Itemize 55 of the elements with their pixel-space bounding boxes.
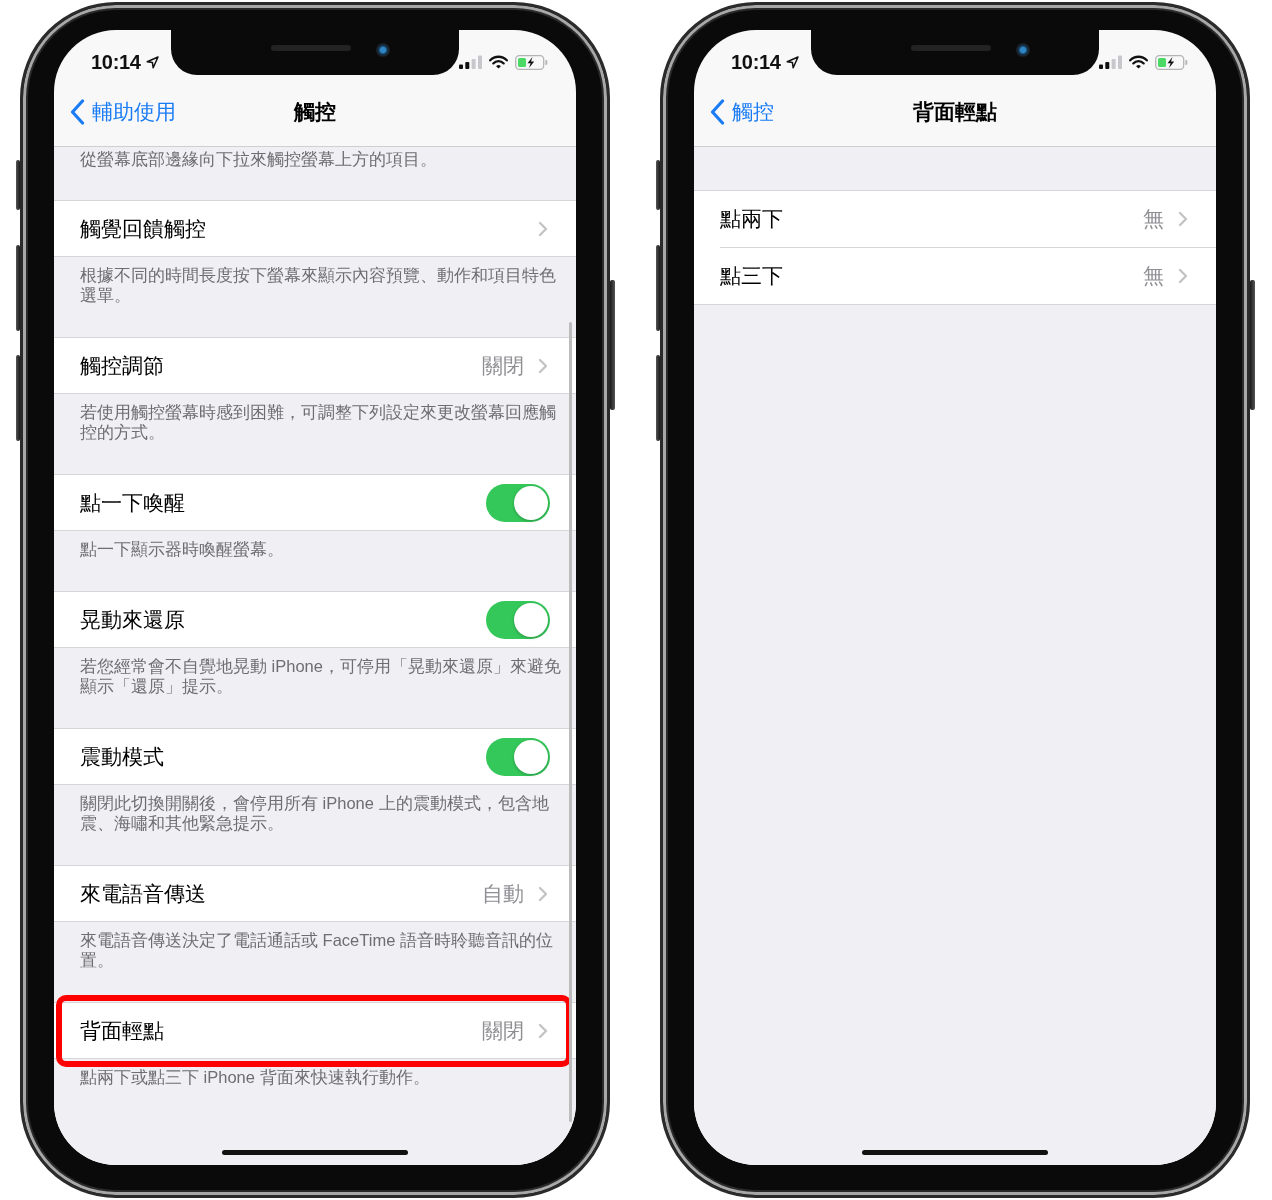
row-value: 關閉 xyxy=(482,352,524,379)
chevron-icon xyxy=(538,1022,548,1039)
section-footer: 點兩下或點三下 iPhone 背面來快速執行動作。 xyxy=(54,1059,576,1119)
row-label: 點一下喚醒 xyxy=(80,489,186,516)
chevron-icon xyxy=(538,357,548,374)
status-time: 10:14 xyxy=(731,50,781,74)
row-label: 觸控調節 xyxy=(80,352,165,379)
location-arrow-icon xyxy=(145,55,159,69)
row-value: 無 xyxy=(1143,206,1164,232)
back-chevron-icon xyxy=(70,99,85,125)
row-label: 點三下 xyxy=(720,263,784,289)
signal-icon xyxy=(1099,55,1122,69)
back-button[interactable]: 觸控 xyxy=(710,98,774,126)
wifi-icon xyxy=(1129,55,1148,69)
chevron-icon xyxy=(1178,211,1188,227)
row-label: 點兩下 xyxy=(720,206,784,232)
toggle-switch[interactable] xyxy=(486,483,550,522)
section-footer: 來電語音傳送決定了電話通話或 FaceTime 語音時聆聽音訊的位置。 xyxy=(54,922,576,1002)
section-footer: 根據不同的時間長度按下螢幕來顯示內容預覽、動作和項目特色選單。 xyxy=(54,257,576,337)
status-time: 10:14 xyxy=(91,50,141,74)
chevron-icon xyxy=(538,220,548,237)
settings-row[interactable]: 點三下 無 xyxy=(694,248,1216,305)
row-label: 觸覺回饋觸控 xyxy=(80,215,207,242)
navigation-title: 觸控 xyxy=(294,99,336,125)
side-ridge xyxy=(16,160,20,210)
chevron-icon xyxy=(1178,268,1188,284)
section-footer: 從螢幕底部邊緣向下拉來觸控螢幕上方的項目。 xyxy=(54,147,576,200)
wifi-icon xyxy=(489,55,508,69)
battery-icon xyxy=(515,54,548,70)
settings-row[interactable]: 來電語音傳送 自動 xyxy=(54,865,576,922)
side-ridge xyxy=(656,160,660,210)
toggle-switch[interactable] xyxy=(486,600,550,639)
section-footer: 點一下顯示器時喚醒螢幕。 xyxy=(54,531,576,591)
signal-icon xyxy=(459,55,482,69)
settings-row[interactable]: 點兩下 無 xyxy=(694,190,1216,247)
section-footer: 若使用觸控螢幕時感到困難，可調整下列設定來更改螢幕回應觸控的方式。 xyxy=(54,394,576,474)
settings-row[interactable]: 觸控調節 關閉 xyxy=(54,337,576,394)
back-chevron-icon xyxy=(710,99,725,125)
row-value: 自動 xyxy=(482,880,524,907)
toggle-switch[interactable] xyxy=(486,737,550,776)
row-label: 來電語音傳送 xyxy=(80,880,207,907)
settings-row[interactable]: 觸覺回饋觸控 xyxy=(54,200,576,257)
row-value: 關閉 xyxy=(482,1017,524,1044)
section-footer: 若您經常會不自覺地晃動 iPhone，可停用「晃動來還原」來避免顯示「還原」提示。 xyxy=(54,648,576,728)
row-value: 無 xyxy=(1143,263,1164,289)
battery-icon xyxy=(1155,54,1188,70)
navigation-title: 背面輕點 xyxy=(913,99,997,125)
row-label: 背面輕點 xyxy=(80,1017,165,1044)
chevron-icon xyxy=(538,885,548,902)
location-arrow-icon xyxy=(785,55,799,69)
row-label: 震動模式 xyxy=(80,743,165,770)
back-button[interactable]: 輔助使用 xyxy=(70,98,176,126)
row-label: 晃動來還原 xyxy=(80,606,186,633)
settings-row[interactable]: 背面輕點 關閉 xyxy=(54,1002,576,1059)
section-footer: 關閉此切換開關後，會停用所有 iPhone 上的震動模式，包含地震、海嘯和其他緊急提示。 xyxy=(54,785,576,865)
